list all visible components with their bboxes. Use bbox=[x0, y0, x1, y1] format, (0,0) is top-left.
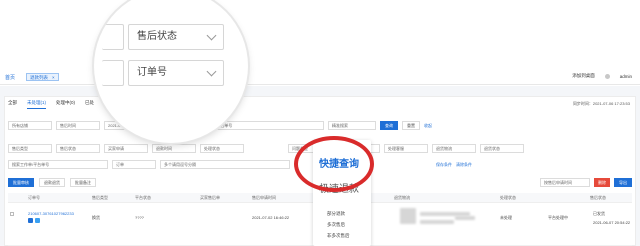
platform-icon bbox=[35, 218, 40, 223]
tab-refund-list[interactable]: 退款列表 × bbox=[26, 73, 59, 81]
filter-row-3: 搜索工作单/平台单号 订单 多个请用逗号分隔 商品名称 保存条件 清除条件 bbox=[8, 160, 472, 169]
tab-processing[interactable]: 处理中(0) bbox=[56, 100, 75, 109]
batch-review-button[interactable]: 批量审核 bbox=[8, 178, 34, 187]
shop-select[interactable]: 所有店铺 bbox=[8, 121, 52, 130]
sort-select[interactable]: 按售后申请时间 bbox=[540, 178, 590, 187]
multi-value-input[interactable]: 多个请用逗号分隔 bbox=[160, 160, 290, 169]
close-icon[interactable]: × bbox=[52, 74, 55, 80]
status-tabs: 全部 未处理(1) 处理中(0) 已处 bbox=[8, 100, 94, 109]
filter-process-status[interactable]: 处理状态 bbox=[200, 144, 244, 153]
table-toolbar: 批量审核 退款退货 批量备注 bbox=[8, 178, 96, 187]
popup-item-multi-after-sale[interactable]: 多次售后 bbox=[327, 222, 345, 228]
tab-processed[interactable]: 已处 bbox=[85, 100, 94, 109]
row-done-time: 2021-06-07 20:54:22 bbox=[593, 220, 631, 225]
col-logistics: 退货物流 bbox=[394, 195, 410, 200]
toolbar-right: 按售后申请时间 删除 导出 bbox=[540, 178, 632, 187]
filter-after-sale-type[interactable]: 售后类型 bbox=[8, 144, 52, 153]
avatar[interactable] bbox=[604, 73, 610, 79]
col-buyer-order: 买家售后单 bbox=[200, 195, 220, 200]
row-order-number[interactable]: 210607-30761027962233 bbox=[28, 211, 74, 216]
tab-label: 退款列表 bbox=[30, 75, 48, 80]
query-button[interactable]: 查询 bbox=[380, 121, 398, 130]
order-select[interactable]: 订单 bbox=[112, 160, 156, 169]
row-checkbox[interactable] bbox=[10, 212, 14, 216]
col-order: 订单号 bbox=[28, 195, 40, 200]
highlight-ring bbox=[294, 136, 374, 192]
filter-refund-time[interactable]: 退款时间 bbox=[152, 144, 196, 153]
filter-return-logistics[interactable]: 退货物流 bbox=[432, 144, 476, 153]
top-right-tools: 添加到桌面 admin bbox=[572, 73, 632, 79]
refund-return-button[interactable]: 退款退货 bbox=[39, 178, 65, 187]
magnified-label: 售后状态 bbox=[137, 31, 177, 42]
row-done: 已发货 bbox=[593, 211, 605, 216]
product-qty-blurred bbox=[455, 216, 475, 220]
exact-search-select[interactable]: 精准搜索 bbox=[328, 121, 376, 130]
magnified-label-2: 订单号 bbox=[137, 67, 167, 78]
tab-all[interactable]: 全部 bbox=[8, 100, 17, 109]
shield-icon bbox=[28, 218, 33, 223]
row-type: 换货 bbox=[92, 215, 100, 220]
batch-note-button[interactable]: 批量备注 bbox=[70, 178, 96, 187]
sync-time: 同步时间：2021-07-06 17:23:53 bbox=[572, 101, 630, 106]
delete-button[interactable]: 删除 bbox=[594, 178, 610, 187]
filter-after-sale-status[interactable]: 售后状态 bbox=[56, 144, 100, 153]
save-filter-link[interactable]: 保存条件 bbox=[436, 162, 452, 168]
magnified-field-left-2 bbox=[102, 60, 124, 86]
popup-item-non-multi[interactable]: 非多次售后 bbox=[327, 233, 350, 239]
product-thumbnail bbox=[400, 208, 416, 224]
chevron-down-icon bbox=[206, 66, 217, 77]
col-type: 售后类型 bbox=[92, 195, 108, 200]
clear-filter-link[interactable]: 清除条件 bbox=[456, 162, 472, 168]
export-button[interactable]: 导出 bbox=[614, 178, 632, 187]
col-apply-time: 售后申请时间 bbox=[252, 195, 276, 200]
col-status: 处理状态 bbox=[500, 195, 516, 200]
product-spec-blurred bbox=[420, 220, 454, 224]
popup-item-partial-refund[interactable]: 部分退款 bbox=[327, 211, 345, 217]
magnified-order-number[interactable]: 订单号 bbox=[128, 60, 224, 86]
magnified-field-left bbox=[102, 24, 124, 50]
app-root: { "nav": {"home": "首页", "tab": "退款列表", "… bbox=[0, 0, 640, 246]
collapse-link[interactable]: 收起 bbox=[424, 123, 432, 129]
col-after-status: 售后状态 bbox=[590, 195, 606, 200]
row-plat-status: 平台处理中 bbox=[548, 215, 568, 220]
reset-button[interactable]: 重置 bbox=[402, 121, 420, 130]
filter-service-agent[interactable]: 处理客服 bbox=[384, 144, 428, 153]
tab-unprocessed[interactable]: 未处理(1) bbox=[27, 100, 46, 109]
row-apply-time: 2021-07-02 16:46:22 bbox=[252, 215, 290, 220]
row-status: 未处理 bbox=[500, 215, 512, 220]
work-order-input[interactable]: 搜索工作单/平台单号 bbox=[8, 160, 108, 169]
filter-row-2: 售后类型 售后状态 买家申请 退款时间 处理状态 问题类型 退款原因 处理客服 … bbox=[8, 144, 524, 153]
filter-return-status[interactable]: 退货状态 bbox=[480, 144, 524, 153]
user-name[interactable]: admin bbox=[620, 74, 632, 79]
time-type-select[interactable]: 售后时间 bbox=[56, 121, 100, 130]
row-plat: ???? bbox=[135, 215, 144, 220]
filter-buyer-apply[interactable]: 买家申请 bbox=[104, 144, 148, 153]
chevron-down-icon bbox=[206, 30, 217, 41]
home-link[interactable]: 首页 bbox=[5, 74, 15, 81]
magnified-after-sale-status[interactable]: 售后状态 bbox=[128, 24, 224, 50]
col-plat-status: 平台状态 bbox=[135, 195, 151, 200]
add-to-desktop-link[interactable]: 添加到桌面 bbox=[572, 73, 595, 79]
